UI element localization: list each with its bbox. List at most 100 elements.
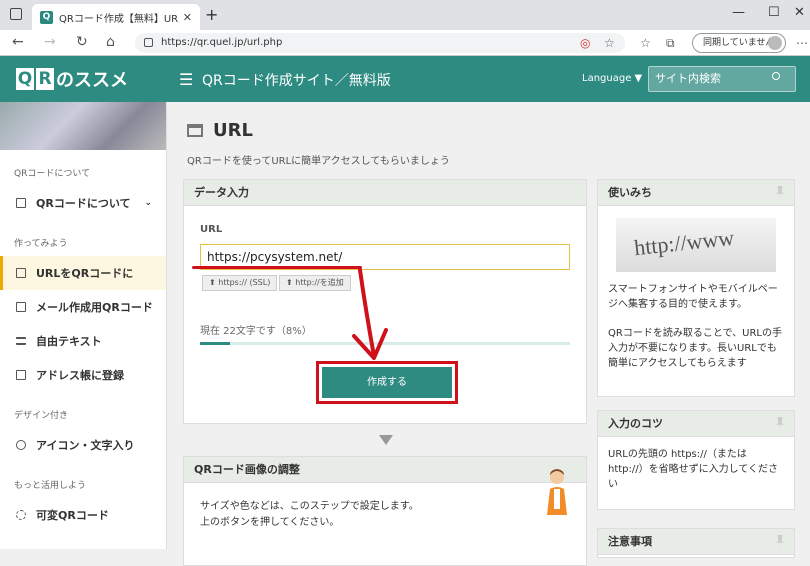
sidebar-item-label: アイコン・文字入り [36,439,135,452]
guide-person-illustration [547,469,567,515]
sidebar-section-label: QRコードについて [14,169,91,179]
close-tab-icon[interactable]: ✕ [183,11,192,24]
sidebar-item-text[interactable]: 自由テキスト [0,324,166,358]
pin-icon[interactable] [776,417,784,429]
sync-label: 同期していません [703,38,775,48]
refresh-icon [16,510,26,520]
refresh-icon[interactable]: ↻ [76,34,88,50]
sidebar-item-label: 可変QRコード [36,509,109,522]
search-icon[interactable] [772,72,780,80]
main-content: URL QRコードを使ってURLに簡単アクセスしてもらいましょう データ入力 U… [167,102,810,566]
add-https-button[interactable]: ⬆ https:// (SSL) [202,275,278,291]
sidebar-item-label: QRコードについて [36,197,131,210]
notes-heading: 注意事項 [608,535,652,548]
favorites-icon[interactable]: ☆ [640,36,651,50]
window-icon [16,268,26,278]
profile-sync-button[interactable]: 同期していません [692,33,786,53]
progress-fill [200,342,230,345]
mail-icon [16,302,26,312]
sidebar-item-label: URLをQRコードに [36,267,134,280]
card-heading: 使いみち [598,180,794,206]
tips-text: URLの先頭の https://（または http://）を省略せずに入力してく… [608,449,779,490]
tab-title: QRコード作成【無料】URLをQRコード [59,13,179,25]
tips-heading: 入力のコツ [608,417,663,430]
http-www-image: http://www [616,218,776,272]
usage-text: スマートフォンサイトやモバイルページへ集客する目的で使えます。 QRコードを読み… [598,272,794,381]
sidebar-item-icon-text[interactable]: アイコン・文字入り [0,428,166,462]
card-heading: 入力のコツ [598,411,794,437]
tab-actions-icon[interactable] [10,8,22,20]
contact-card-icon [16,370,26,380]
browser-tab-bar: Q QRコード作成【無料】URLをQRコード ✕ + — ☐ ✕ [0,0,810,30]
usage-heading: 使いみち [608,186,652,199]
sidebar-section-label: もっと活用しよう [14,481,87,491]
window-icon [187,124,203,137]
sidebar-item-address-book[interactable]: アドレス帳に登録 [0,358,166,392]
card-heading: データ入力 [184,180,586,206]
favorite-star-icon[interactable]: ☆ [604,36,615,50]
sidebar-section-label: 作ってみよう [14,239,68,249]
site-title[interactable]: QRコード作成サイト／無料版 [202,70,391,90]
hamburger-menu-icon[interactable]: ☰ [179,70,193,89]
sidebar-item-label: 自由テキスト [36,335,102,348]
favicon-icon: Q [40,10,53,24]
browser-tab[interactable]: Q QRコード作成【無料】URLをQRコード ✕ [32,4,200,30]
page-title: URL [213,120,253,141]
qr-adjust-card: QRコード画像の調整 サイズや色などは、このステップで設定します。 上のボタンを… [183,456,587,566]
tracking-icon[interactable]: ◎ [580,36,590,50]
sidebar-item-label: アドレス帳に登録 [36,369,124,382]
close-window-icon[interactable]: ✕ [794,5,805,20]
logo-q-glyph: Q [16,68,34,90]
site-header: Q R のススメ ☰ QRコード作成サイト／無料版 Language ▼ サイト… [0,56,810,102]
usage-card: 使いみち http://www スマートフォンサイトやモバイルページへ集客する目… [597,179,795,397]
search-placeholder: サイト内検索 [655,72,721,85]
data-input-card: データ入力 URL https://pcysystem.net/ ⬆ https… [183,179,587,424]
url-field-label: URL [200,224,223,235]
adjust-line-1: サイズや色などは、このステップで設定します。 [200,501,419,512]
language-dropdown[interactable]: Language ▼ [582,73,642,84]
qr-icon [16,198,26,208]
collections-icon[interactable]: ⧉ [666,36,675,51]
pin-icon[interactable] [776,535,784,547]
adjust-line-2: 上のボタンを押してください。 [200,517,340,528]
site-logo[interactable]: Q R のススメ [16,66,128,92]
sidebar-item-url[interactable]: URLをQRコードに [0,256,166,290]
sidebar-item-mail[interactable]: メール作成用QRコード [0,290,166,324]
site-search-input[interactable]: サイト内検索 [648,66,796,92]
minimize-icon[interactable]: — [732,5,745,20]
logo-r-glyph: R [36,68,54,90]
text-lines-icon [16,337,26,345]
tips-card: 入力のコツ URLの先頭の https://（または http://）を省略せず… [597,410,795,510]
url-field[interactable]: https://qr.quel.jp/url.php [135,33,625,53]
sidebar-section-label: デザイン付き [14,411,69,421]
character-count: 現在 22文字です（8%） [200,326,312,337]
address-bar: ← → ↻ ⌂ https://qr.quel.jp/url.php ◎ ☆ ☆… [0,30,810,56]
usage-paragraph-2: QRコードを読み取ることで、URLの手入力が不要になります。長いURLでも簡単に… [608,328,782,369]
back-icon[interactable]: ← [12,34,24,50]
card-heading: QRコード画像の調整 [184,457,586,483]
sidebar-banner-image [0,102,166,150]
card-heading: 注意事項 [598,529,794,555]
usage-paragraph-1: スマートフォンサイトやモバイルページへ集客する目的で使えます。 [608,284,778,310]
pin-icon[interactable] [776,186,784,198]
maximize-icon[interactable]: ☐ [768,5,780,20]
step-arrow-down-icon [379,435,393,445]
red-arrow-annotation [352,268,388,360]
chevron-down-icon: ⌄ [144,198,152,208]
url-text: https://qr.quel.jp/url.php [161,37,283,48]
more-icon[interactable]: ⋯ [796,36,808,50]
smiley-icon [16,440,26,450]
create-button[interactable]: 作成する [322,367,452,398]
new-tab-icon[interactable]: + [205,5,218,24]
adjust-text: サイズや色などは、このステップで設定します。 上のボタンを押してください。 [200,499,419,531]
sidebar-item-dynamic-qr[interactable]: 可変QRコード [0,498,166,532]
sidebar-item-about-qr[interactable]: QRコードについて ⌄ [0,186,166,220]
lock-icon [144,38,153,47]
notes-card: 注意事項 [597,528,795,558]
forward-icon[interactable]: → [44,34,56,50]
logo-text: のススメ [56,70,128,91]
sidebar: QRコードについて QRコードについて ⌄ 作ってみよう URLをQRコードに … [0,102,167,549]
page-description: QRコードを使ってURLに簡単アクセスしてもらいましょう [187,156,450,167]
image-text: http://www [632,224,736,261]
home-icon[interactable]: ⌂ [106,34,115,50]
